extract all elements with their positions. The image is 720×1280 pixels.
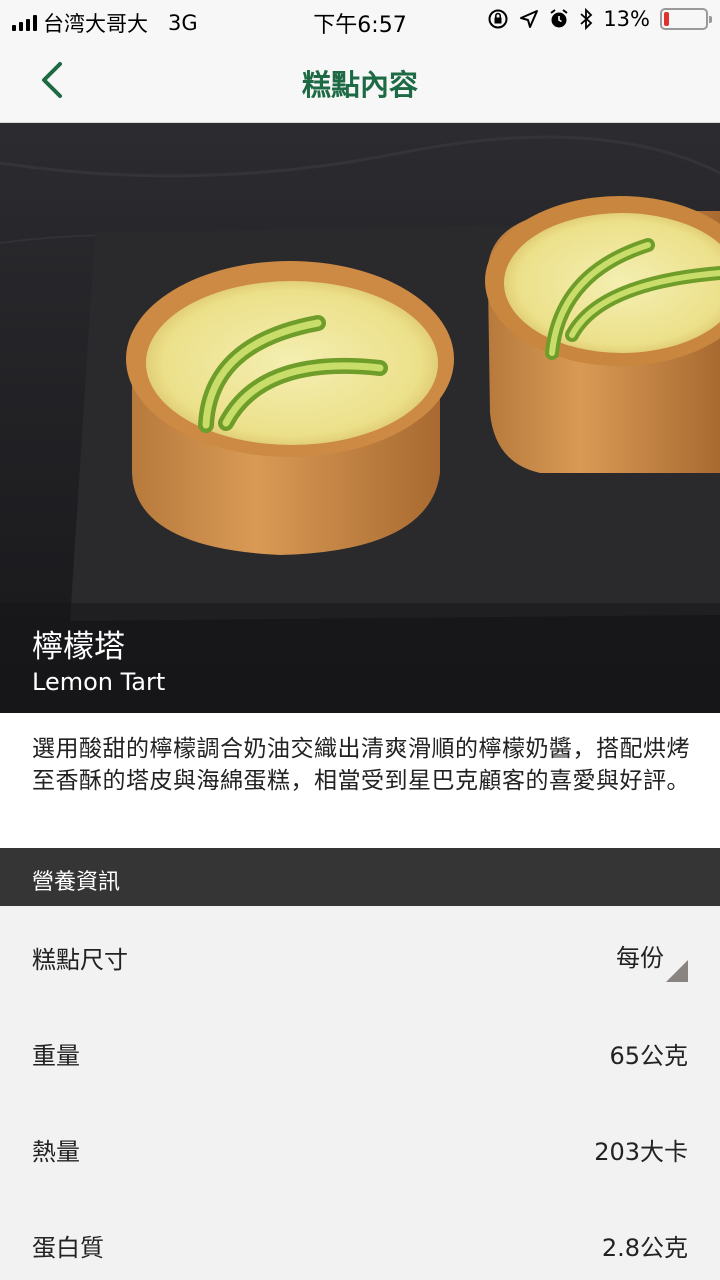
page-title: 糕點內容 (301, 68, 418, 102)
product-description: 選用酸甜的檸檬調合奶油交織出清爽滑順的檸檬奶醬，搭配烘烤至香酥的塔皮與海綿蛋糕，… (0, 713, 720, 848)
battery-icon (660, 8, 712, 30)
nutrition-value: 65公克 (609, 1042, 688, 1070)
dropdown-triangle-icon[interactable] (666, 960, 688, 982)
nutrition-list: 糕點尺寸 每份 重量 65公克 熱量 203大卡 蛋白質 2.8公克 (0, 906, 720, 1280)
nutrition-value: 2.8公克 (601, 1234, 688, 1262)
battery-percent: 13% (603, 7, 650, 31)
nutrition-section-header: 營養資訊 (0, 848, 720, 906)
size-value[interactable]: 每份 (616, 938, 664, 973)
location-arrow-icon (520, 10, 539, 28)
status-bar: 台湾大哥大 3G 下午6:57 13% (0, 0, 720, 40)
nutrition-label: 熱量 (32, 1138, 80, 1166)
size-label: 糕點尺寸 (32, 946, 128, 974)
product-hero-image: 檸檬塔 Lemon Tart (0, 123, 720, 713)
nutrition-value: 203大卡 (594, 1138, 688, 1166)
nav-bar: 糕點內容 (0, 40, 720, 123)
product-name-zh: 檸檬塔 (32, 629, 125, 665)
nutrition-row: 重量 65公克 (0, 1002, 720, 1098)
bluetooth-icon (580, 8, 593, 30)
nutrition-label: 重量 (32, 1042, 80, 1070)
nutrition-label: 蛋白質 (32, 1234, 104, 1262)
size-selector-row[interactable]: 糕點尺寸 每份 (0, 906, 720, 1002)
orientation-lock-icon (488, 9, 508, 29)
alarm-icon (550, 9, 568, 28)
status-right: 13% (487, 7, 712, 31)
nutrition-row: 熱量 203大卡 (0, 1098, 720, 1194)
nutrition-row: 蛋白質 2.8公克 (0, 1194, 720, 1280)
battery-level-fill (664, 12, 670, 26)
product-name-en: Lemon Tart (32, 668, 166, 696)
